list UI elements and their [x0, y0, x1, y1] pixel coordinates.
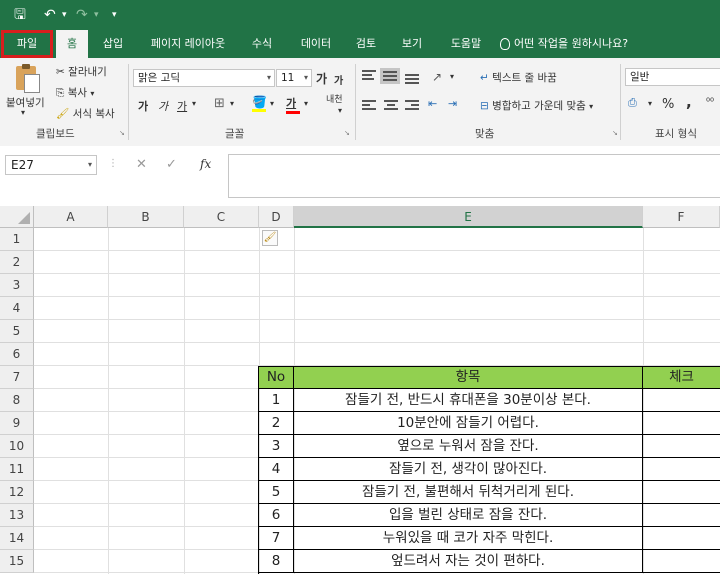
table-cell-check[interactable] — [643, 389, 720, 412]
table-cell-item[interactable]: 잠들기 전, 생각이 많아진다. — [294, 458, 643, 481]
table-cell-check[interactable] — [643, 458, 720, 481]
table-cell-item[interactable]: 입을 벌린 상태로 잠을 잔다. — [294, 504, 643, 527]
table-cell-item[interactable]: 잠들기 전, 불편해서 뒤척거리게 된다. — [294, 481, 643, 504]
table-cell-check[interactable] — [643, 435, 720, 458]
table-cell-no[interactable]: 6 — [259, 504, 294, 527]
table-cell-no[interactable]: 2 — [259, 412, 294, 435]
table-header-no[interactable]: No — [259, 367, 294, 389]
table-cell-item[interactable]: 엎드려서 자는 것이 편하다. — [294, 550, 643, 573]
table-header-item[interactable]: 항목 — [294, 367, 643, 389]
table-cell-check[interactable] — [643, 481, 720, 504]
table-header-check[interactable]: 체크 — [643, 367, 720, 389]
table-cell-no[interactable]: 5 — [259, 481, 294, 504]
checklist-table: No 항목 체크 1 잠들기 전, 반드시 휴대폰을 30분이상 본다. 2 10분안… — [0, 0, 720, 574]
table-cell-no[interactable]: 3 — [259, 435, 294, 458]
table-cell-item[interactable]: 잠들기 전, 반드시 휴대폰을 30분이상 본다. — [294, 389, 643, 412]
table-cell-item[interactable]: 누워있을 때 코가 자주 막힌다. — [294, 527, 643, 550]
table-cell-no[interactable]: 4 — [259, 458, 294, 481]
table-cell-check[interactable] — [643, 527, 720, 550]
table-cell-item[interactable]: 옆으로 누워서 잠을 잔다. — [294, 435, 643, 458]
table-cell-check[interactable] — [643, 550, 720, 573]
table-cell-no[interactable]: 8 — [259, 550, 294, 573]
table-cell-check[interactable] — [643, 504, 720, 527]
table-cell-item[interactable]: 10분안에 잠들기 어렵다. — [294, 412, 643, 435]
table-cell-check[interactable] — [643, 412, 720, 435]
table-cell-no[interactable]: 1 — [259, 389, 294, 412]
table-cell-no[interactable]: 7 — [259, 527, 294, 550]
